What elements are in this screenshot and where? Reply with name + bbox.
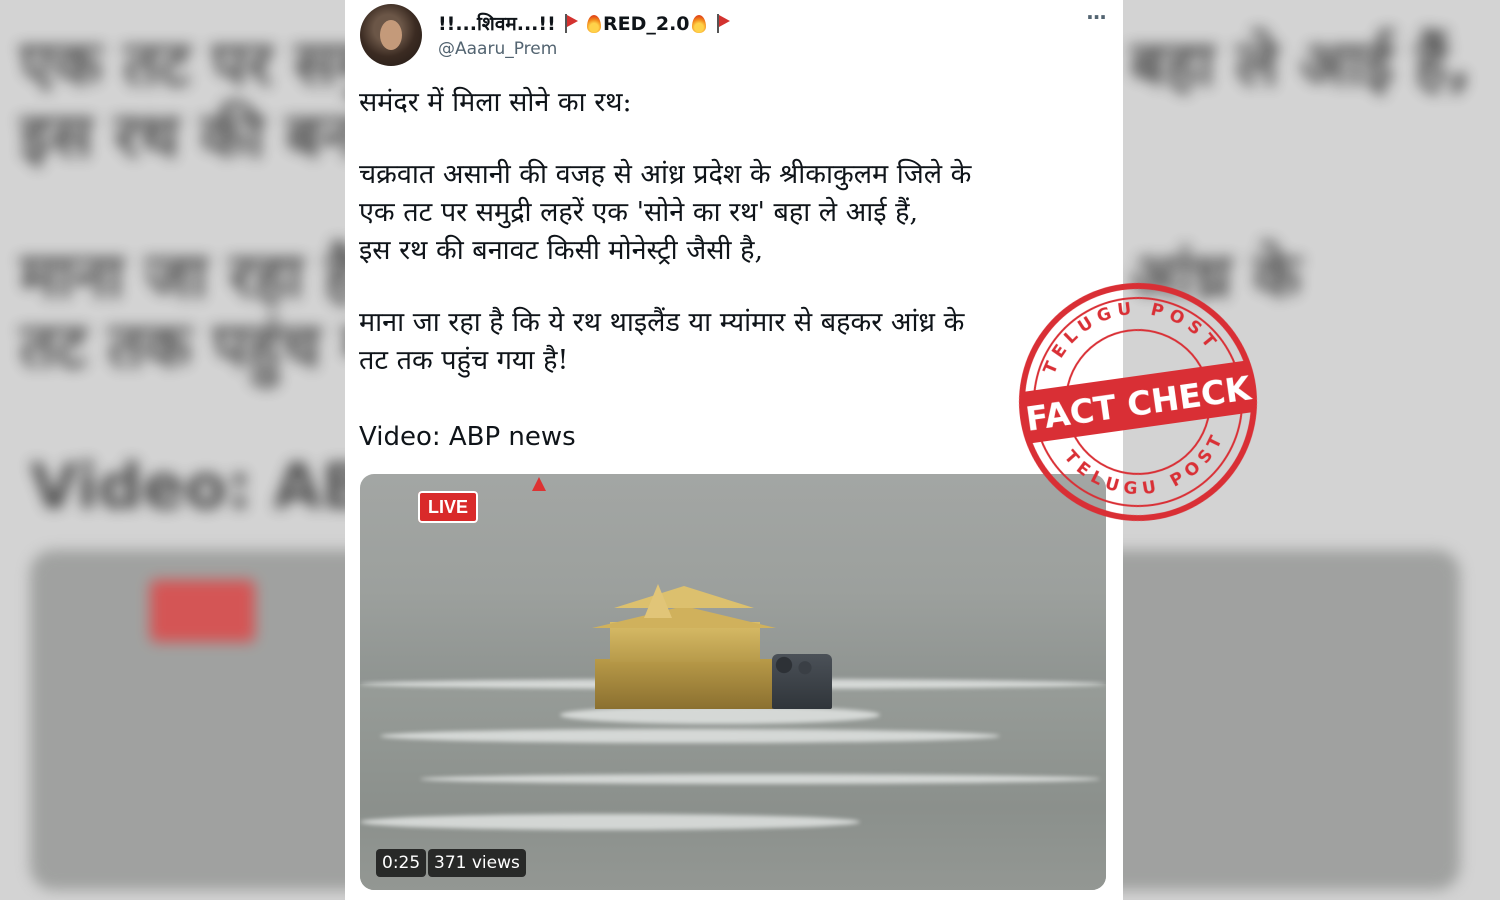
tweet-card: !!...शिवम...!! RED_2.0 @Aaaru_Prem ··· स… bbox=[345, 0, 1123, 900]
tweet-line: तट तक पहुंच गया है! bbox=[359, 345, 569, 376]
wave bbox=[380, 729, 1000, 743]
tweet-line: माना जा रहा है कि ये रथ थाइलैंड या म्यां… bbox=[359, 307, 965, 338]
tweet-line: इस रथ की बनावट किसी मोनेस्ट्री जैसी है, bbox=[359, 235, 764, 266]
stamp-bottom-arc-text: TELUGU POST bbox=[1058, 425, 1236, 510]
tweet-text: समंदर में मिला सोने का रथ: चक्रवात असानी… bbox=[359, 84, 1099, 380]
avatar-face bbox=[380, 20, 402, 50]
display-name-tag: RED_2.0 bbox=[602, 13, 690, 35]
wave bbox=[420, 774, 1100, 784]
live-badge: LIVE bbox=[418, 491, 478, 523]
red-flag-icon bbox=[716, 14, 731, 33]
tweet-line: समंदर में मिला सोने का रथ: bbox=[359, 87, 632, 118]
avatar[interactable] bbox=[360, 4, 422, 66]
people bbox=[772, 654, 832, 709]
video-player[interactable]: LIVE 0:25 371 views bbox=[360, 474, 1106, 890]
golden-chariot-spire bbox=[644, 584, 672, 618]
stamp-bottom-arc: TELUGU POST bbox=[1058, 425, 1236, 510]
more-options-icon[interactable]: ··· bbox=[1083, 7, 1109, 30]
fire-icon bbox=[586, 15, 601, 33]
display-name[interactable]: !!...शिवम...!! RED_2.0 bbox=[438, 10, 731, 36]
red-flag-icon bbox=[564, 14, 579, 33]
fact-check-stamp: TELUGU POST TELUGU POST FACT CHECK bbox=[1019, 283, 1257, 521]
tweet-line: एक तट पर समुद्री लहरें एक 'सोने का रथ' ब… bbox=[359, 197, 919, 228]
user-handle[interactable]: @Aaaru_Prem bbox=[438, 39, 557, 59]
video-duration: 0:25 bbox=[376, 849, 427, 877]
video-credit: Video: ABP news bbox=[359, 422, 576, 452]
buoy bbox=[532, 477, 546, 491]
golden-chariot-body bbox=[610, 622, 760, 662]
display-name-prefix: !!...शिवम...!! bbox=[438, 13, 556, 35]
golden-chariot-roof bbox=[614, 586, 754, 608]
ghost-text-line: बहा ले आई हैं, bbox=[1130, 27, 1472, 100]
golden-chariot-roof bbox=[592, 606, 776, 628]
ghost-live-badge bbox=[150, 580, 255, 642]
fire-icon bbox=[691, 15, 706, 33]
golden-chariot bbox=[595, 659, 773, 709]
tweet-line: चक्रवात असानी की वजह से आंध्र प्रदेश के … bbox=[359, 159, 972, 190]
wave bbox=[360, 814, 860, 830]
video-views: 371 views bbox=[428, 849, 526, 877]
